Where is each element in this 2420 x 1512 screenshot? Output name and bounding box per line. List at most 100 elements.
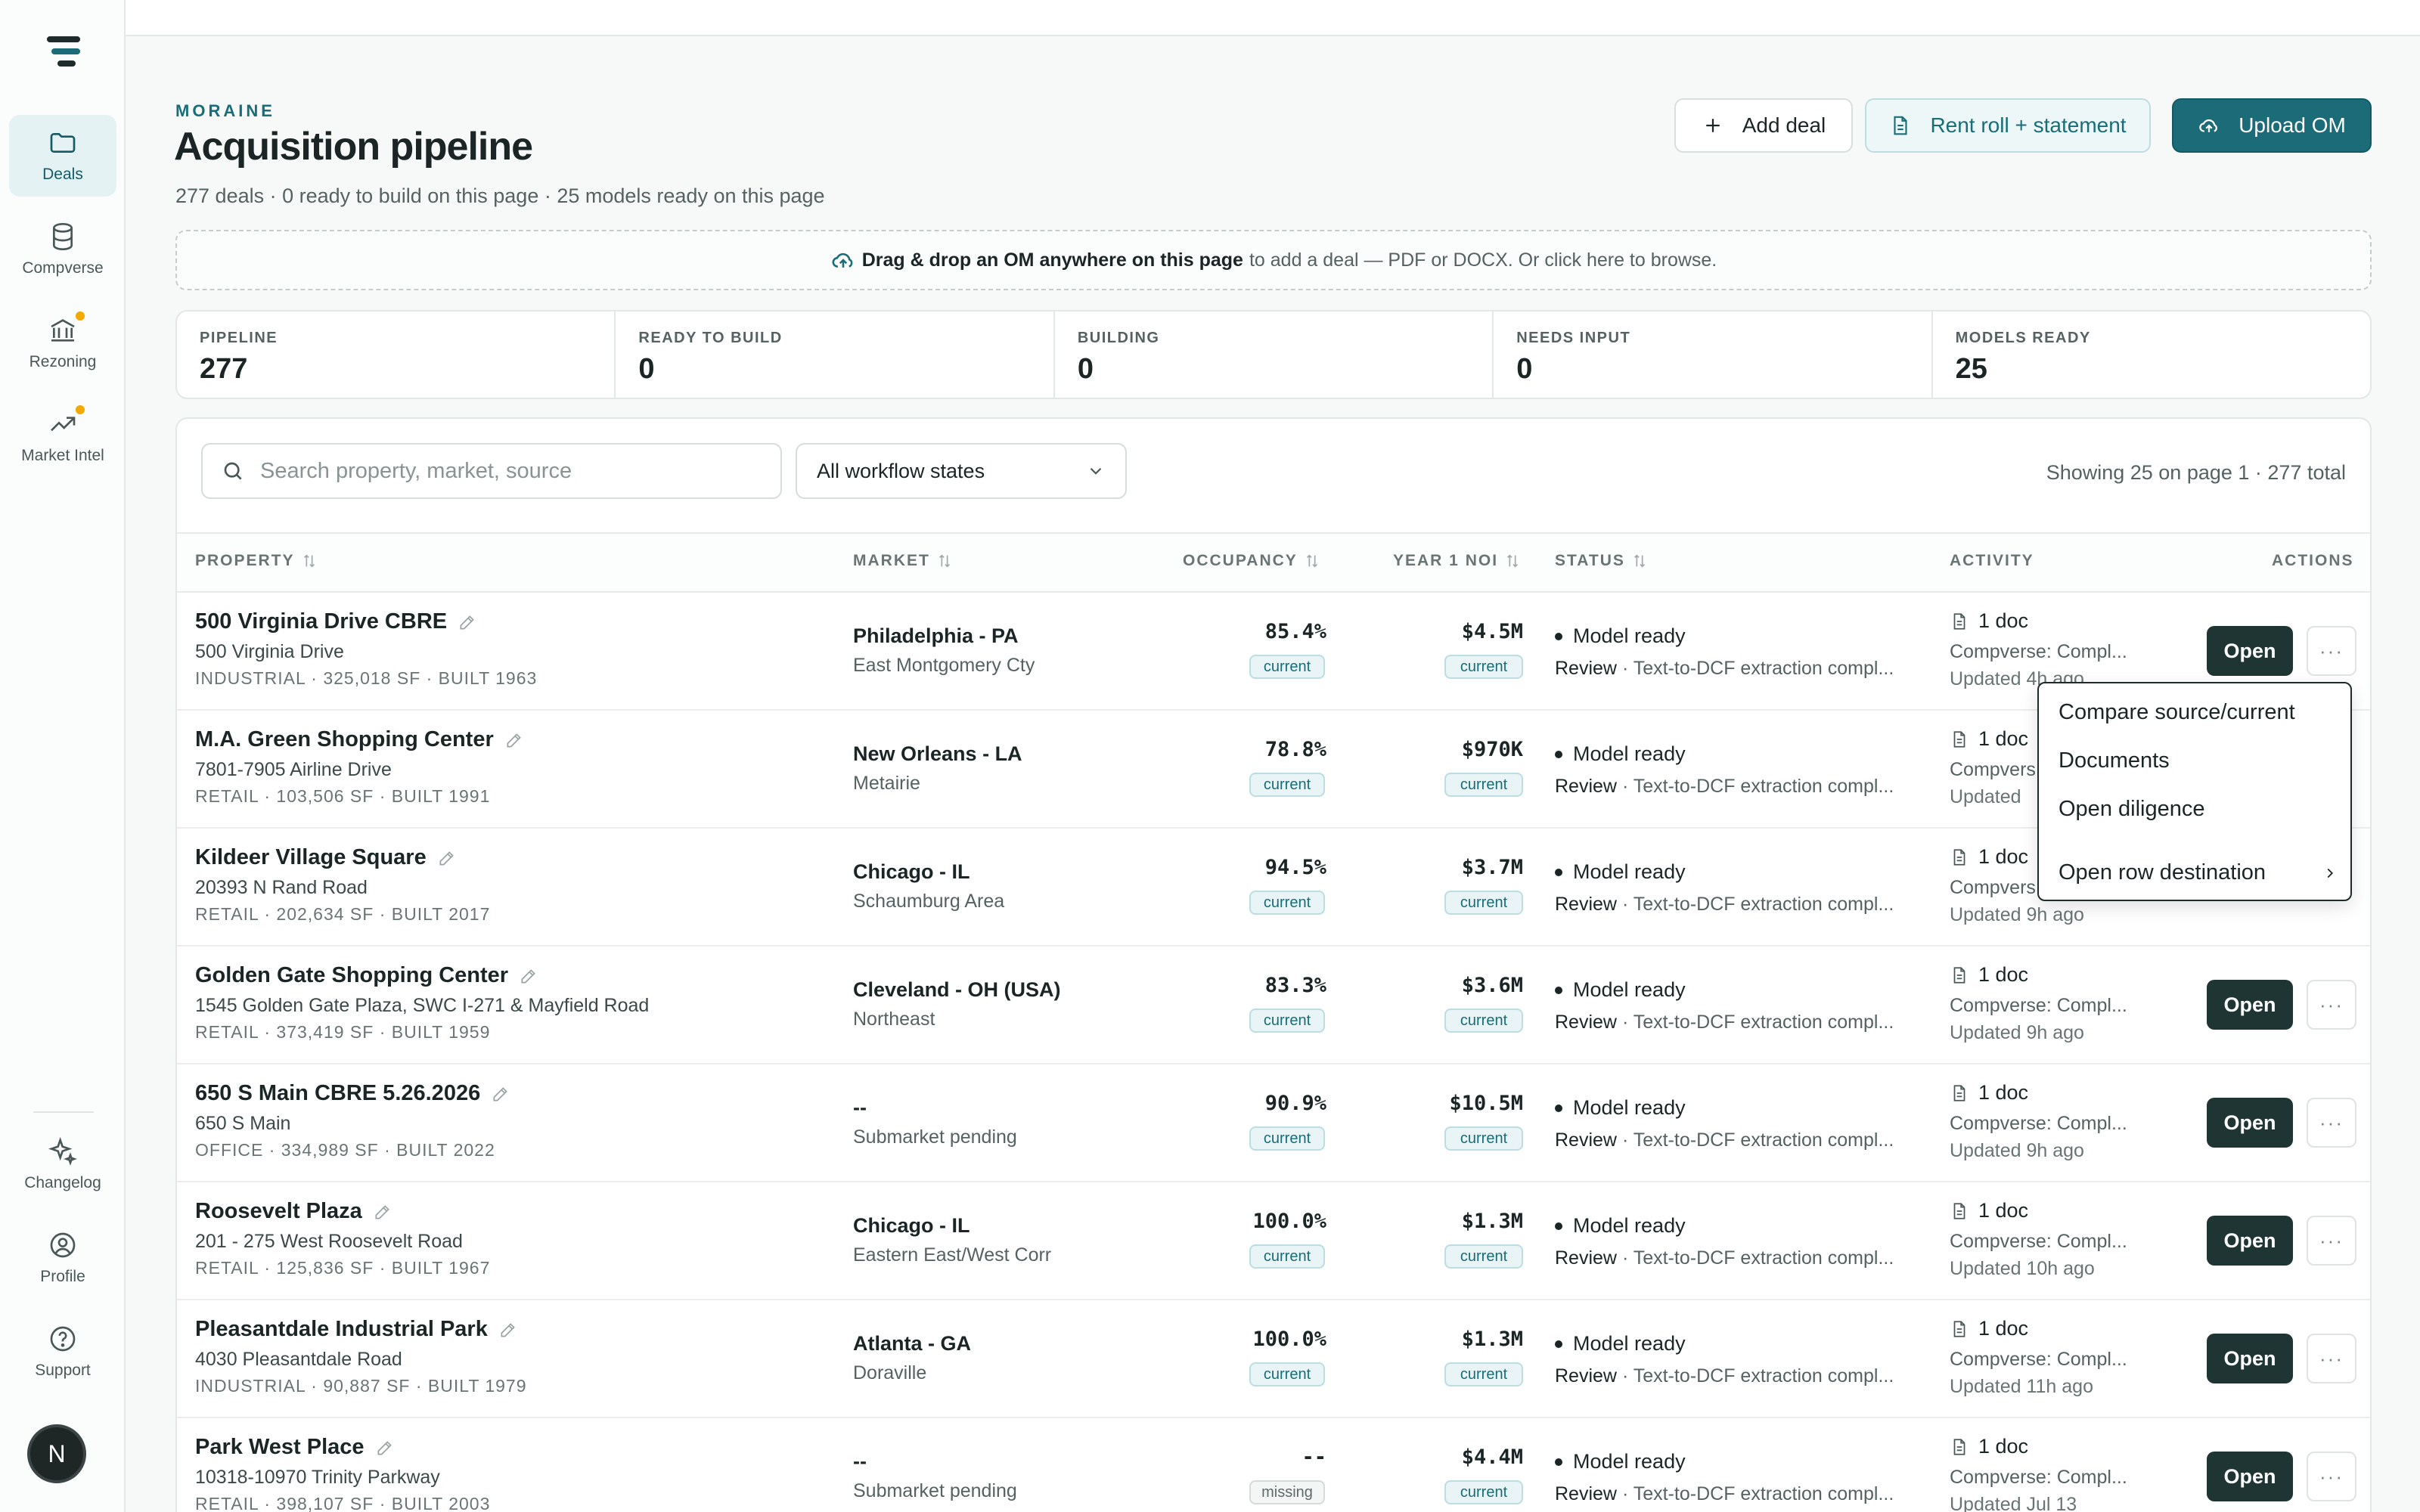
avatar[interactable]: N xyxy=(27,1424,86,1483)
column-header-status[interactable]: STATUS xyxy=(1555,552,1648,570)
sparkle-icon xyxy=(48,1136,77,1166)
table-row[interactable]: Roosevelt Plaza 201 - 275 West Roosevelt … xyxy=(177,1182,2370,1300)
stat-value: 0 xyxy=(1077,353,1094,385)
help-icon xyxy=(50,1326,76,1352)
edit-pencil-icon[interactable] xyxy=(373,1202,392,1222)
activity-docs[interactable]: 1 doc xyxy=(1950,1081,2028,1105)
property-meta: RETAIL · 202,634 SF · BUILT 2017 xyxy=(195,904,491,924)
activity-source: Compvers xyxy=(1950,877,2036,898)
column-header-noi[interactable]: YEAR 1 NOI xyxy=(1393,552,1521,570)
activity-docs[interactable]: 1 doc xyxy=(1950,1199,2028,1222)
table-row[interactable]: Golden Gate Shopping Center 1545 Golden G… xyxy=(177,947,2370,1064)
status-badge: Model ready xyxy=(1555,1214,1686,1238)
menu-item-open-diligence[interactable]: Open diligence xyxy=(2059,797,2204,822)
search-input[interactable] xyxy=(260,458,744,484)
open-button[interactable]: Open xyxy=(2207,1098,2293,1148)
occupancy-value: -- xyxy=(1302,1445,1326,1469)
property-name-cell[interactable]: Kildeer Village Square xyxy=(195,845,457,870)
occupancy-tag: current xyxy=(1249,1362,1325,1387)
more-actions-button[interactable]: ··· xyxy=(2307,626,2356,676)
sidebar-item-changelog[interactable]: Changelog xyxy=(9,1123,116,1205)
more-actions-button[interactable]: ··· xyxy=(2307,1452,2356,1501)
add-deal-button[interactable]: Add deal xyxy=(1674,98,1853,153)
workflow-state-select[interactable]: All workflow states xyxy=(796,443,1127,499)
property-name-cell[interactable]: M.A. Green Shopping Center xyxy=(195,727,524,752)
property-name-cell[interactable]: Roosevelt Plaza xyxy=(195,1199,392,1224)
upload-om-button[interactable]: Upload OM xyxy=(2172,98,2372,153)
property-name-cell[interactable]: Pleasantdale Industrial Park xyxy=(195,1317,518,1342)
occupancy-tag: current xyxy=(1249,1009,1325,1033)
edit-pencil-icon[interactable] xyxy=(491,1084,510,1104)
sidebar-item-support[interactable]: Support xyxy=(9,1311,116,1393)
property-name-cell[interactable]: Golden Gate Shopping Center xyxy=(195,963,538,988)
submarket-name: Northeast xyxy=(853,1009,935,1030)
status-badge: Model ready xyxy=(1555,1332,1686,1356)
top-bar xyxy=(126,0,2420,36)
noi-value: $10.5M xyxy=(1449,1092,1523,1115)
more-actions-button[interactable]: ··· xyxy=(2307,1098,2356,1148)
activity-docs[interactable]: 1 doc xyxy=(1950,1317,2028,1340)
more-actions-button[interactable]: ··· xyxy=(2307,980,2356,1030)
status-dot xyxy=(1555,868,1562,876)
app-logo-icon[interactable] xyxy=(41,33,86,71)
edit-pencil-icon[interactable] xyxy=(498,1320,518,1340)
column-header-market[interactable]: MARKET xyxy=(853,552,953,570)
open-button-label: Open xyxy=(2223,639,2276,662)
sidebar-item-compverse[interactable]: Compverse xyxy=(9,209,116,290)
open-button[interactable]: Open xyxy=(2207,626,2293,676)
menu-item-compare[interactable]: Compare source/current xyxy=(2059,700,2295,725)
more-actions-button[interactable]: ··· xyxy=(2307,1334,2356,1383)
om-dropzone[interactable]: Drag & drop an OM anywhere on this page … xyxy=(175,230,2372,290)
search-box[interactable] xyxy=(201,443,782,499)
activity-updated: Updated Jul 13 xyxy=(1950,1494,2077,1512)
sidebar-item-label: Profile xyxy=(40,1268,85,1285)
docs-count: 1 doc xyxy=(1978,1199,2029,1222)
open-button[interactable]: Open xyxy=(2207,980,2293,1030)
menu-item-documents[interactable]: Documents xyxy=(2059,748,2170,773)
edit-pencil-icon[interactable] xyxy=(519,966,538,986)
activity-docs[interactable]: 1 doc xyxy=(1950,1435,2028,1458)
property-name: M.A. Green Shopping Center xyxy=(195,727,494,751)
activity-docs[interactable]: 1 doc xyxy=(1950,727,2028,751)
column-header-occupancy[interactable]: OCCUPANCY xyxy=(1183,552,1320,570)
menu-item-open-row-destination[interactable]: Open row destination xyxy=(2059,860,2338,885)
status-text: Model ready xyxy=(1573,1096,1686,1119)
property-name-cell[interactable]: 650 S Main CBRE 5.26.2026 xyxy=(195,1081,510,1106)
table-row[interactable]: Park West Place 10318-10970 Trinity Parkw… xyxy=(177,1418,2370,1512)
sidebar-item-profile[interactable]: Profile xyxy=(9,1217,116,1299)
status-detail-text: · Text-to-DCF extraction compl... xyxy=(1621,1012,1894,1033)
more-icon: ··· xyxy=(2319,1346,2344,1370)
edit-pencil-icon[interactable] xyxy=(458,612,477,632)
docs-count: 1 doc xyxy=(1978,845,2029,868)
rent-roll-button[interactable]: Rent roll + statement xyxy=(1865,98,2151,153)
open-button-label: Open xyxy=(2223,1346,2276,1370)
activity-docs[interactable]: 1 doc xyxy=(1950,845,2028,869)
property-meta: RETAIL · 103,506 SF · BUILT 1991 xyxy=(195,786,491,806)
open-button[interactable]: Open xyxy=(2207,1216,2293,1266)
noi-tag: current xyxy=(1444,1009,1523,1033)
docs-count: 1 doc xyxy=(1978,1081,2029,1104)
property-name-cell[interactable]: Park West Place xyxy=(195,1435,395,1460)
open-button[interactable]: Open xyxy=(2207,1452,2293,1501)
property-name: Pleasantdale Industrial Park xyxy=(195,1317,488,1341)
activity-docs[interactable]: 1 doc xyxy=(1950,963,2028,987)
property-address: 10318-10970 Trinity Parkway xyxy=(195,1467,440,1488)
status-detail: Review · Text-to-DCF extraction compl... xyxy=(1555,1012,1894,1033)
noi-value: $3.6M xyxy=(1461,974,1523,997)
activity-source: Compverse: Compl... xyxy=(1950,1231,2127,1252)
more-actions-button[interactable]: ··· xyxy=(2307,1216,2356,1266)
sidebar-item-market-intel[interactable]: Market Intel xyxy=(9,396,116,478)
table-row[interactable]: Pleasantdale Industrial Park 4030 Pleasan… xyxy=(177,1300,2370,1418)
sidebar-item-rezoning[interactable]: Rezoning xyxy=(9,302,116,384)
edit-pencil-icon[interactable] xyxy=(375,1438,395,1458)
rent-roll-label: Rent roll + statement xyxy=(1930,113,2127,137)
activity-docs[interactable]: 1 doc xyxy=(1950,609,2028,633)
property-name-cell[interactable]: 500 Virginia Drive CBRE xyxy=(195,609,477,634)
sidebar-item-deals[interactable]: Deals xyxy=(9,115,116,197)
edit-pencil-icon[interactable] xyxy=(504,730,524,750)
table-row[interactable]: 650 S Main CBRE 5.26.2026 650 S Main OFFIC… xyxy=(177,1064,2370,1182)
open-button[interactable]: Open xyxy=(2207,1334,2293,1383)
noi-value: $970K xyxy=(1461,738,1523,761)
edit-pencil-icon[interactable] xyxy=(437,848,457,868)
column-header-property[interactable]: PROPERTY xyxy=(195,552,318,570)
